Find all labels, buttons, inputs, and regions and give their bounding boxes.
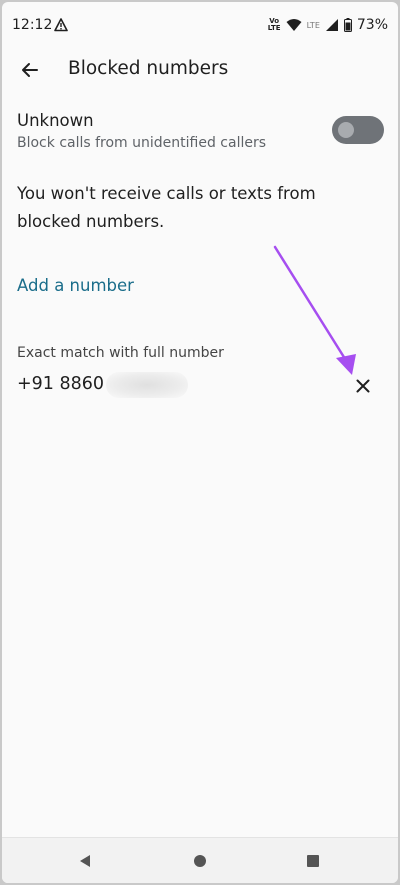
lte-label: LTE xyxy=(306,20,320,30)
add-number-button[interactable]: Add a number xyxy=(17,276,134,295)
list-item: +91 8860 xyxy=(2,368,398,404)
back-button[interactable] xyxy=(14,54,46,86)
circle-home-icon xyxy=(194,855,206,867)
status-bar: 12:12 Vo LTE LTE 73% xyxy=(2,2,398,48)
nav-recents-button[interactable] xyxy=(298,846,328,876)
nav-home-button[interactable] xyxy=(185,846,215,876)
remove-number-button[interactable] xyxy=(348,371,378,401)
volte-indicator: Vo LTE xyxy=(267,17,281,32)
battery-icon xyxy=(343,18,352,32)
block-unknown-toggle[interactable] xyxy=(332,116,384,144)
block-unknown-setting[interactable]: Unknown Block calls from unidentified ca… xyxy=(2,105,398,157)
status-indicators: Vo LTE LTE 73% xyxy=(268,16,388,34)
triangle-back-icon xyxy=(80,855,90,867)
nav-back-button[interactable] xyxy=(70,846,100,876)
redaction-blur xyxy=(106,372,188,398)
setting-subtitle: Block calls from unidentified callers xyxy=(17,135,267,151)
setting-title: Unknown xyxy=(17,111,94,130)
app-bar: Blocked numbers xyxy=(2,48,398,94)
square-recents-icon xyxy=(307,855,319,867)
page-title: Blocked numbers xyxy=(68,58,229,79)
phone-screen: 12:12 Vo LTE LTE 73% Blocked numbers Unk… xyxy=(2,2,398,883)
section-label: Exact match with full number xyxy=(17,345,224,361)
arrow-back-icon xyxy=(22,63,38,77)
warning-triangle-icon xyxy=(54,18,68,32)
info-text: You won't receive calls or texts from bl… xyxy=(17,184,316,231)
wifi-icon xyxy=(286,19,302,31)
signal-icon xyxy=(325,19,338,31)
system-navigation-bar xyxy=(2,837,398,883)
blocked-number: +91 8860 xyxy=(17,374,105,394)
status-time: 12:12 xyxy=(12,17,53,33)
close-icon xyxy=(356,379,370,393)
toggle-knob xyxy=(338,122,354,138)
battery-percent: 73% xyxy=(356,17,388,33)
